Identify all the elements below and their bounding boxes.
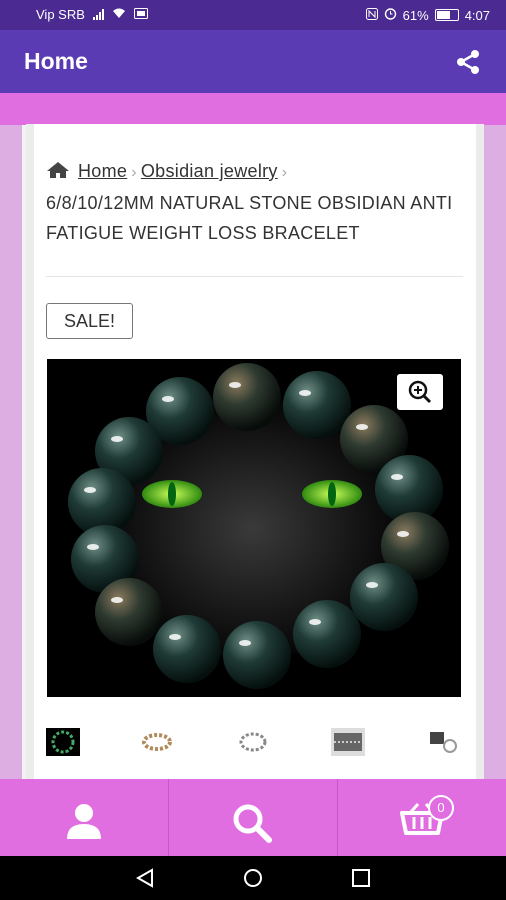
app-title: Home	[24, 48, 88, 74]
breadcrumb: Home › Obsidian jewelry › 6/8/10/12MM NATUR…	[46, 156, 466, 248]
alarm-icon	[384, 7, 397, 23]
signal-icon	[92, 9, 104, 20]
status-bar: Vip SRB 61% 4:07	[0, 0, 506, 30]
recents-icon[interactable]	[350, 868, 372, 888]
search-tab[interactable]	[168, 779, 337, 856]
share-icon[interactable]	[454, 48, 482, 76]
home-icon	[47, 162, 69, 178]
breadcrumb-category-link[interactable]: Obsidian jewelry	[141, 161, 278, 181]
cart-count-badge: 0	[428, 795, 454, 821]
thumbnail[interactable]	[236, 728, 270, 756]
thumbnail[interactable]	[140, 728, 174, 756]
product-title: 6/8/10/12MM NATURAL STONE OBSIDIAN ANTI …	[46, 193, 453, 243]
breadcrumb-home-link[interactable]: Home	[78, 161, 127, 181]
divider	[46, 276, 463, 277]
bottom-nav	[0, 779, 506, 856]
sale-badge: SALE!	[46, 303, 133, 339]
header-strip	[0, 93, 506, 125]
nfc-icon	[365, 7, 378, 23]
thumbnail[interactable]	[46, 728, 80, 756]
carrier-label: Vip SRB	[36, 7, 85, 22]
chevron-right-icon: ›	[281, 164, 288, 181]
system-nav-bar	[0, 856, 506, 900]
back-icon[interactable]	[134, 868, 156, 888]
zoom-button[interactable]	[397, 374, 443, 410]
notification-icon	[133, 7, 148, 22]
thumbnail-strip	[46, 728, 466, 760]
account-tab[interactable]	[0, 779, 168, 856]
battery-percent: 61%	[402, 7, 429, 23]
user-icon	[67, 804, 101, 839]
battery-icon	[434, 9, 459, 21]
home-button-icon[interactable]	[242, 868, 264, 888]
app-bar: Home	[0, 30, 506, 93]
chevron-right-icon: ›	[131, 164, 137, 181]
wifi-icon	[112, 7, 126, 22]
thumbnail[interactable]	[331, 728, 365, 756]
clock: 4:07	[464, 7, 490, 23]
cart-tab[interactable]	[337, 779, 506, 856]
zoom-in-icon	[408, 380, 432, 404]
search-icon	[233, 804, 272, 843]
thumbnail[interactable]	[426, 728, 460, 756]
